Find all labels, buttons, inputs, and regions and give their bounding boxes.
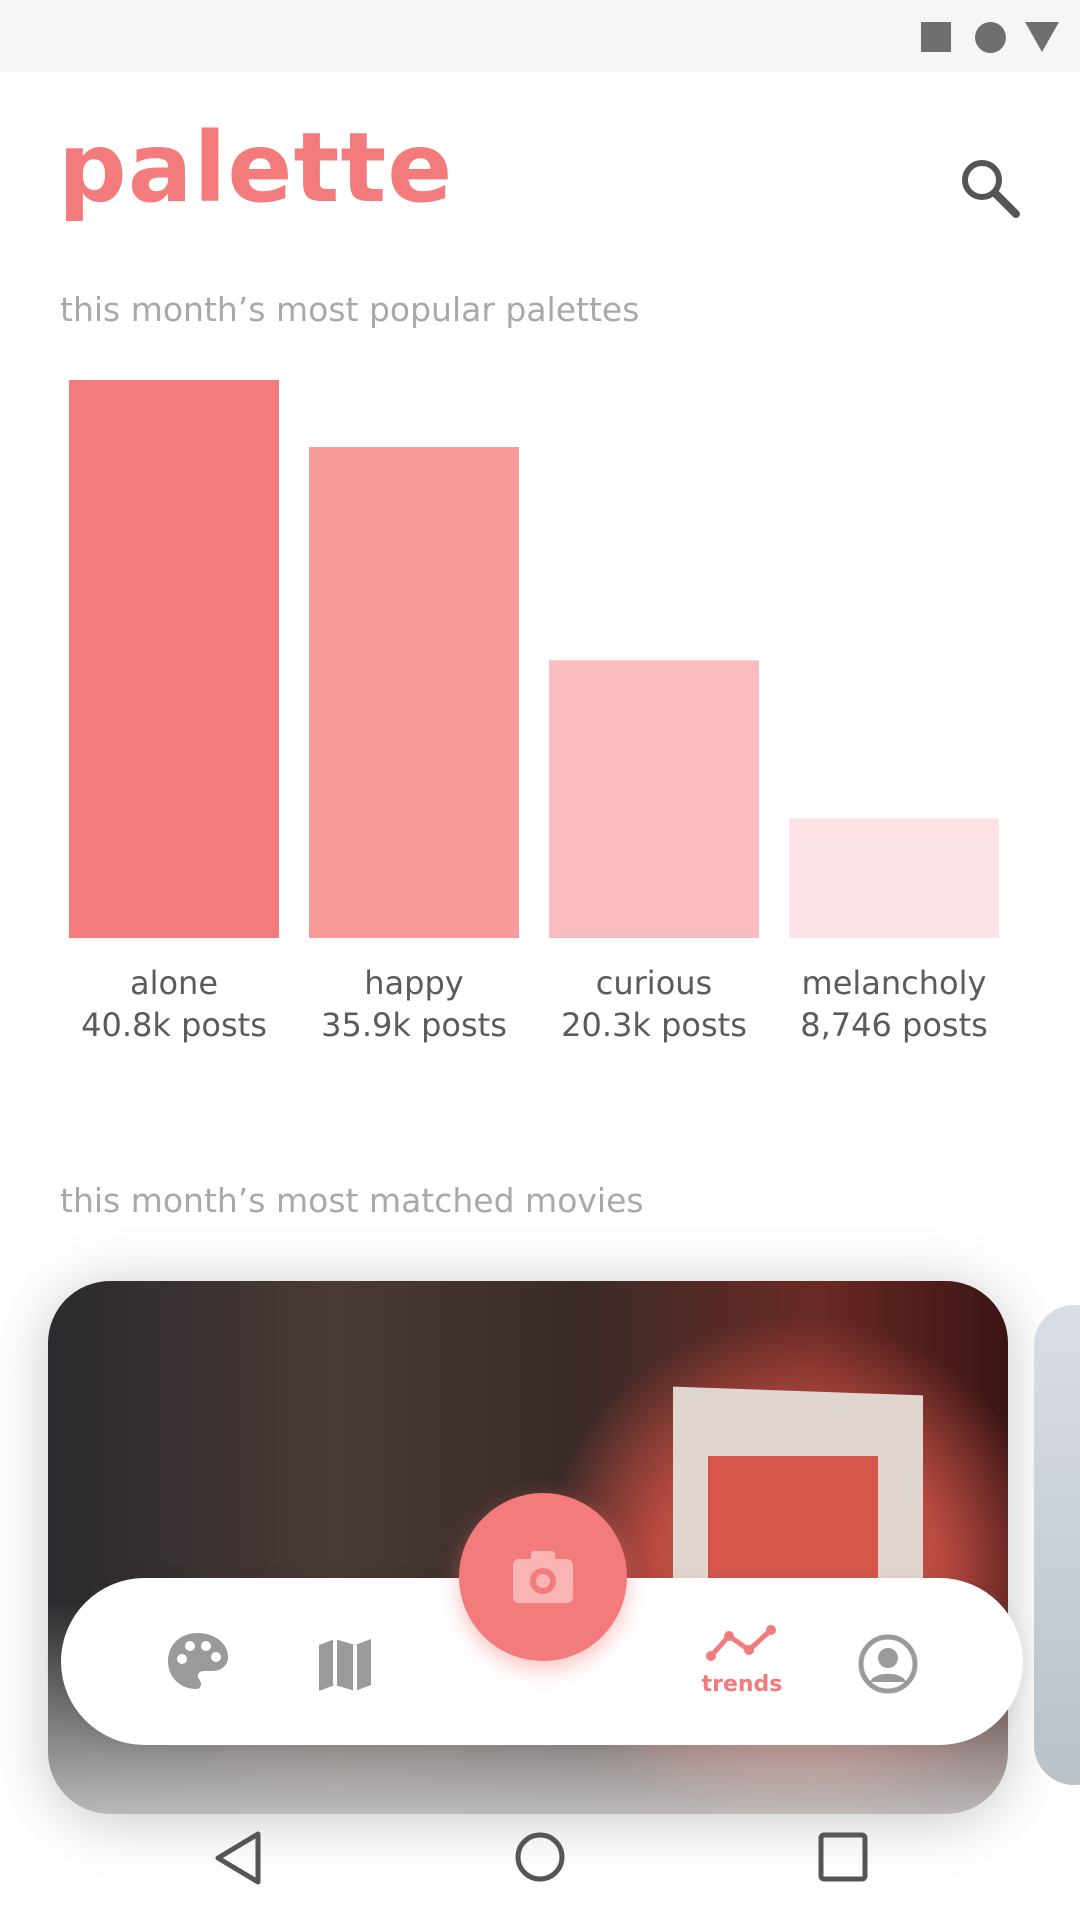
map-icon: [319, 1639, 371, 1691]
search-icon: [962, 160, 1020, 218]
bar-curious: [549, 660, 759, 938]
nav-account[interactable]: [857, 1633, 919, 1699]
nav-palette[interactable]: [166, 1631, 230, 1695]
app-title: palette: [58, 112, 454, 224]
camera-icon: [513, 1551, 573, 1603]
signal-icon: [1025, 22, 1059, 52]
account-icon: [858, 1634, 918, 1694]
home-icon: [515, 1832, 565, 1882]
nav-trends-label: trends: [701, 1672, 783, 1697]
next-movie-card[interactable]: [1034, 1305, 1080, 1785]
bar-value-label: 35.9k posts: [321, 1006, 507, 1044]
recents-button[interactable]: [816, 1830, 870, 1888]
recents-icon: [818, 1832, 868, 1882]
bar-happy: [309, 447, 519, 938]
nav-trends[interactable]: trends: [700, 1622, 784, 1714]
bar-value-label: 20.3k posts: [561, 1006, 747, 1044]
bar-category-label: curious: [596, 964, 712, 1002]
palette-icon: [168, 1633, 228, 1689]
system-navigation: [0, 1810, 1080, 1920]
nav-map[interactable]: [315, 1635, 375, 1699]
back-button[interactable]: [212, 1830, 264, 1890]
bar-value-label: 8,746 posts: [800, 1006, 988, 1044]
stop-icon: [921, 22, 951, 52]
home-button[interactable]: [513, 1830, 567, 1888]
bar-melancholy: [789, 818, 999, 938]
circle-icon: [975, 22, 1006, 53]
palettes-bar-chart: alone 40.8k posts happy 35.9k posts curious 2…: [69, 380, 999, 1044]
bar-alone: [69, 380, 279, 938]
bar-category-label: alone: [130, 964, 218, 1002]
back-icon: [215, 1831, 261, 1885]
movies-section-title: this month’s most matched movies: [60, 1181, 644, 1220]
movie-still-artwork: [708, 1456, 878, 1586]
bar-value-label: 40.8k posts: [81, 1006, 267, 1044]
search-button[interactable]: [958, 156, 1024, 222]
palettes-section-title: this month’s most popular palettes: [60, 290, 640, 329]
trends-icon: [706, 1625, 776, 1661]
camera-button[interactable]: [459, 1493, 627, 1661]
bar-category-label: happy: [364, 964, 463, 1002]
bar-category-label: melancholy: [802, 964, 987, 1002]
status-bar: [0, 0, 1080, 72]
